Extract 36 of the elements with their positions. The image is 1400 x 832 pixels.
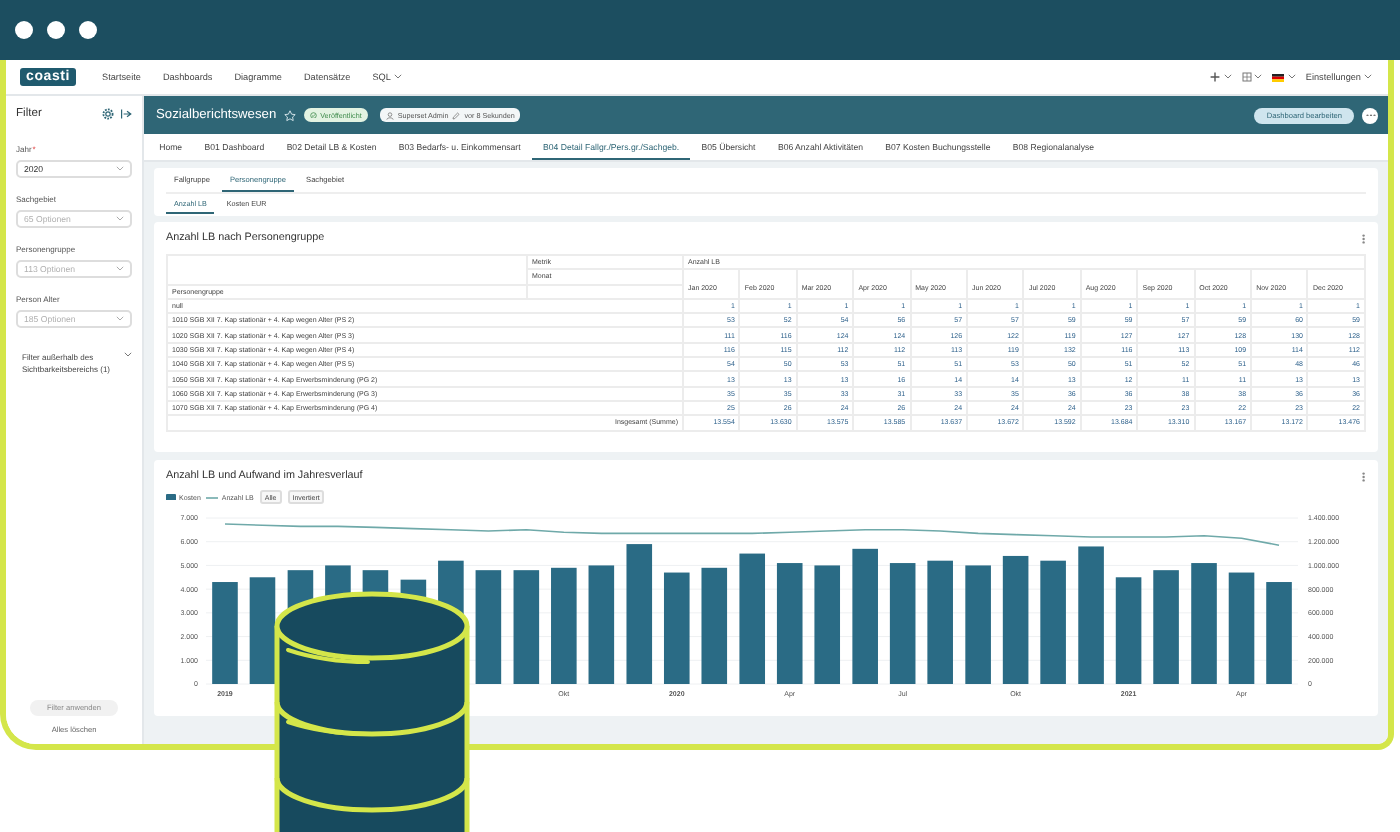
- chart-bar[interactable]: [475, 570, 502, 684]
- chart-bar[interactable]: [513, 570, 540, 684]
- flag-icon: [1272, 73, 1285, 81]
- chart-bar[interactable]: [249, 577, 276, 684]
- chart-bar[interactable]: [889, 563, 916, 684]
- favorite-star-icon[interactable]: [284, 109, 297, 121]
- chart-bar[interactable]: [1002, 555, 1029, 684]
- collapse-icon[interactable]: [120, 108, 132, 120]
- chart-bar[interactable]: [1228, 572, 1255, 684]
- chart-bar[interactable]: [776, 563, 803, 684]
- chart-bar[interactable]: [739, 553, 765, 684]
- add-menu-button[interactable]: [1210, 72, 1232, 82]
- settings-icon[interactable]: [102, 108, 114, 120]
- person-icon: [385, 111, 394, 119]
- chart-bar[interactable]: [626, 544, 653, 684]
- chart-bar[interactable]: [588, 565, 615, 684]
- chart-bar[interactable]: [701, 567, 728, 684]
- chevron-down-icon: [116, 216, 124, 222]
- chevron-down-icon: [116, 166, 124, 172]
- pencil-icon: [452, 111, 461, 119]
- chevron-down-icon: [116, 316, 124, 322]
- plus-icon: [1210, 72, 1221, 82]
- check-circle-icon: [310, 111, 318, 119]
- chart-bar[interactable]: [551, 567, 577, 684]
- grid-icon: [1241, 72, 1252, 82]
- more-button[interactable]: [1362, 107, 1378, 123]
- chart-bar[interactable]: [1115, 577, 1142, 684]
- chevron-down-icon: [116, 266, 124, 272]
- chart-bar[interactable]: [852, 548, 878, 684]
- chart-bar[interactable]: [814, 565, 840, 684]
- language-menu-button[interactable]: [1272, 73, 1296, 81]
- window-dots-icon: [14, 20, 98, 40]
- chart-bar[interactable]: [664, 572, 690, 684]
- chart-bar[interactable]: [927, 560, 953, 684]
- chevron-down-icon: [124, 352, 132, 357]
- apps-menu-button[interactable]: [1241, 72, 1263, 82]
